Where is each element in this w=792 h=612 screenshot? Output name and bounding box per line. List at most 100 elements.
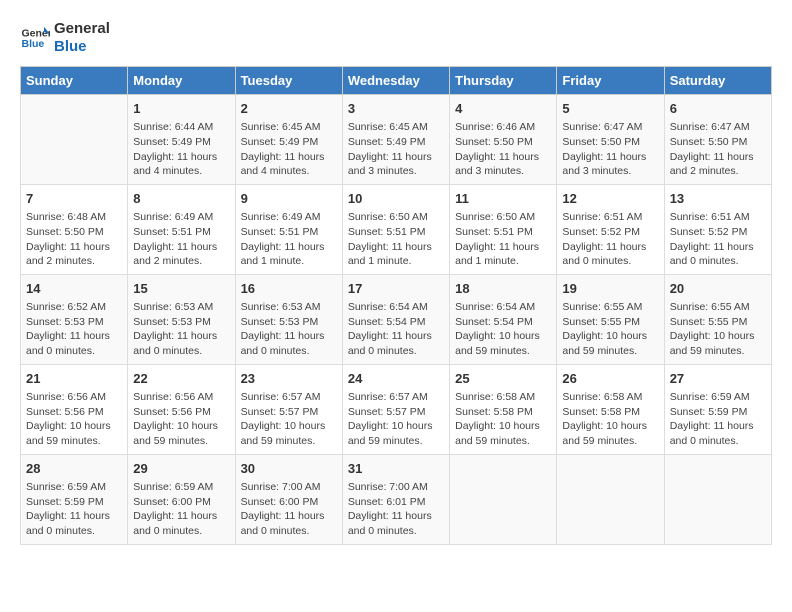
day-number: 3 [348, 100, 444, 118]
day-number: 9 [241, 190, 337, 208]
calendar-cell: 12 Sunrise: 6:51 AM Sunset: 5:52 PM Dayli… [557, 184, 664, 274]
calendar-cell: 13Sunrise: 6:51 AM Sunset: 5:52 PM Dayli… [664, 184, 771, 274]
week-row-2: 7 Sunrise: 6:48 AM Sunset: 5:50 PM Daylig… [21, 184, 772, 274]
day-info: Sunrise: 6:53 AM Sunset: 5:53 PM Dayligh… [241, 300, 337, 359]
logo: General Blue General Blue [20, 20, 110, 56]
calendar-cell [21, 95, 128, 185]
calendar-cell: 31Sunrise: 7:00 AM Sunset: 6:01 PM Dayli… [342, 454, 449, 544]
day-number: 7 [26, 190, 122, 208]
day-info: Sunrise: 6:55 AM Sunset: 5:55 PM Dayligh… [670, 300, 766, 359]
calendar-cell: 28Sunrise: 6:59 AM Sunset: 5:59 PM Dayli… [21, 454, 128, 544]
day-number: 18 [455, 280, 551, 298]
calendar-cell: 23 Sunrise: 6:57 AM Sunset: 5:57 PM Dayli… [235, 364, 342, 454]
day-info: Sunrise: 6:50 AM Sunset: 5:51 PM Dayligh… [348, 210, 444, 269]
day-info: Sunrise: 6:55 AM Sunset: 5:55 PM Dayligh… [562, 300, 658, 359]
day-info: Sunrise: 6:52 AM Sunset: 5:53 PM Dayligh… [26, 300, 122, 359]
day-number: 27 [670, 370, 766, 388]
day-info: Sunrise: 6:49 AM Sunset: 5:51 PM Dayligh… [241, 210, 337, 269]
day-number: 19 [562, 280, 658, 298]
logo-icon: General Blue [20, 23, 50, 53]
calendar-cell: 22 Sunrise: 6:56 AM Sunset: 5:56 PM Dayli… [128, 364, 235, 454]
day-info: Sunrise: 6:48 AM Sunset: 5:50 PM Dayligh… [26, 210, 122, 269]
calendar-cell: 1 Sunrise: 6:44 AM Sunset: 5:49 PM Daylig… [128, 95, 235, 185]
calendar-cell: 15 Sunrise: 6:53 AM Sunset: 5:53 PM Dayli… [128, 274, 235, 364]
column-header-friday: Friday [557, 67, 664, 95]
day-number: 17 [348, 280, 444, 298]
day-number: 2 [241, 100, 337, 118]
day-info: Sunrise: 7:00 AM Sunset: 6:00 PM Dayligh… [241, 480, 337, 539]
logo-text-line2: Blue [54, 38, 110, 56]
day-number: 21 [26, 370, 122, 388]
day-number: 1 [133, 100, 229, 118]
day-number: 4 [455, 100, 551, 118]
day-number: 20 [670, 280, 766, 298]
calendar-cell: 10 Sunrise: 6:50 AM Sunset: 5:51 PM Dayli… [342, 184, 449, 274]
day-number: 6 [670, 100, 766, 118]
day-number: 10 [348, 190, 444, 208]
calendar-cell: 21 Sunrise: 6:56 AM Sunset: 5:56 PM Dayli… [21, 364, 128, 454]
logo-text-line1: General [54, 20, 110, 38]
column-header-sunday: Sunday [21, 67, 128, 95]
day-number: 23 [241, 370, 337, 388]
day-number: 22 [133, 370, 229, 388]
column-header-tuesday: Tuesday [235, 67, 342, 95]
day-info: Sunrise: 6:56 AM Sunset: 5:56 PM Dayligh… [133, 390, 229, 449]
day-number: 13 [670, 190, 766, 208]
day-info: Sunrise: 6:46 AM Sunset: 5:50 PM Dayligh… [455, 120, 551, 179]
calendar-table: SundayMondayTuesdayWednesdayThursdayFrid… [20, 66, 772, 545]
calendar-cell: 2 Sunrise: 6:45 AM Sunset: 5:49 PM Daylig… [235, 95, 342, 185]
day-info: Sunrise: 6:57 AM Sunset: 5:57 PM Dayligh… [241, 390, 337, 449]
day-info: Sunrise: 6:50 AM Sunset: 5:51 PM Dayligh… [455, 210, 551, 269]
day-number: 12 [562, 190, 658, 208]
calendar-cell: 24Sunrise: 6:57 AM Sunset: 5:57 PM Dayli… [342, 364, 449, 454]
day-info: Sunrise: 6:59 AM Sunset: 5:59 PM Dayligh… [26, 480, 122, 539]
calendar-cell [450, 454, 557, 544]
calendar-cell: 16 Sunrise: 6:53 AM Sunset: 5:53 PM Dayli… [235, 274, 342, 364]
svg-text:Blue: Blue [22, 38, 45, 50]
calendar-cell: 4 Sunrise: 6:46 AM Sunset: 5:50 PM Daylig… [450, 95, 557, 185]
day-info: Sunrise: 6:58 AM Sunset: 5:58 PM Dayligh… [562, 390, 658, 449]
day-number: 29 [133, 460, 229, 478]
day-number: 15 [133, 280, 229, 298]
day-info: Sunrise: 6:57 AM Sunset: 5:57 PM Dayligh… [348, 390, 444, 449]
calendar-cell: 18 Sunrise: 6:54 AM Sunset: 5:54 PM Dayli… [450, 274, 557, 364]
week-row-1: 1 Sunrise: 6:44 AM Sunset: 5:49 PM Daylig… [21, 95, 772, 185]
calendar-cell: 5Sunrise: 6:47 AM Sunset: 5:50 PM Daylig… [557, 95, 664, 185]
calendar-cell [664, 454, 771, 544]
day-info: Sunrise: 6:51 AM Sunset: 5:52 PM Dayligh… [562, 210, 658, 269]
calendar-cell: 8Sunrise: 6:49 AM Sunset: 5:51 PM Daylig… [128, 184, 235, 274]
calendar-cell: 29 Sunrise: 6:59 AM Sunset: 6:00 PM Dayli… [128, 454, 235, 544]
day-info: Sunrise: 6:54 AM Sunset: 5:54 PM Dayligh… [455, 300, 551, 359]
day-number: 5 [562, 100, 658, 118]
calendar-cell: 3 Sunrise: 6:45 AM Sunset: 5:49 PM Daylig… [342, 95, 449, 185]
day-number: 16 [241, 280, 337, 298]
calendar-cell: 19 Sunrise: 6:55 AM Sunset: 5:55 PM Dayli… [557, 274, 664, 364]
column-header-monday: Monday [128, 67, 235, 95]
day-info: Sunrise: 6:58 AM Sunset: 5:58 PM Dayligh… [455, 390, 551, 449]
week-row-4: 21 Sunrise: 6:56 AM Sunset: 5:56 PM Dayli… [21, 364, 772, 454]
calendar-cell: 30 Sunrise: 7:00 AM Sunset: 6:00 PM Dayli… [235, 454, 342, 544]
column-header-thursday: Thursday [450, 67, 557, 95]
day-info: Sunrise: 6:53 AM Sunset: 5:53 PM Dayligh… [133, 300, 229, 359]
calendar-cell [557, 454, 664, 544]
day-number: 30 [241, 460, 337, 478]
calendar-cell: 9 Sunrise: 6:49 AM Sunset: 5:51 PM Daylig… [235, 184, 342, 274]
calendar-cell: 20 Sunrise: 6:55 AM Sunset: 5:55 PM Dayli… [664, 274, 771, 364]
day-info: Sunrise: 6:45 AM Sunset: 5:49 PM Dayligh… [241, 120, 337, 179]
week-row-5: 28Sunrise: 6:59 AM Sunset: 5:59 PM Dayli… [21, 454, 772, 544]
page-header: General Blue General Blue [20, 20, 772, 56]
day-number: 25 [455, 370, 551, 388]
calendar-cell: 6 Sunrise: 6:47 AM Sunset: 5:50 PM Daylig… [664, 95, 771, 185]
column-header-wednesday: Wednesday [342, 67, 449, 95]
calendar-cell: 25 Sunrise: 6:58 AM Sunset: 5:58 PM Dayli… [450, 364, 557, 454]
day-info: Sunrise: 6:45 AM Sunset: 5:49 PM Dayligh… [348, 120, 444, 179]
day-info: Sunrise: 6:54 AM Sunset: 5:54 PM Dayligh… [348, 300, 444, 359]
calendar-cell: 7 Sunrise: 6:48 AM Sunset: 5:50 PM Daylig… [21, 184, 128, 274]
calendar-cell: 14Sunrise: 6:52 AM Sunset: 5:53 PM Dayli… [21, 274, 128, 364]
day-info: Sunrise: 6:47 AM Sunset: 5:50 PM Dayligh… [670, 120, 766, 179]
day-info: Sunrise: 6:59 AM Sunset: 5:59 PM Dayligh… [670, 390, 766, 449]
calendar-cell: 27 Sunrise: 6:59 AM Sunset: 5:59 PM Dayli… [664, 364, 771, 454]
day-info: Sunrise: 6:44 AM Sunset: 5:49 PM Dayligh… [133, 120, 229, 179]
day-info: Sunrise: 6:56 AM Sunset: 5:56 PM Dayligh… [26, 390, 122, 449]
day-info: Sunrise: 6:59 AM Sunset: 6:00 PM Dayligh… [133, 480, 229, 539]
